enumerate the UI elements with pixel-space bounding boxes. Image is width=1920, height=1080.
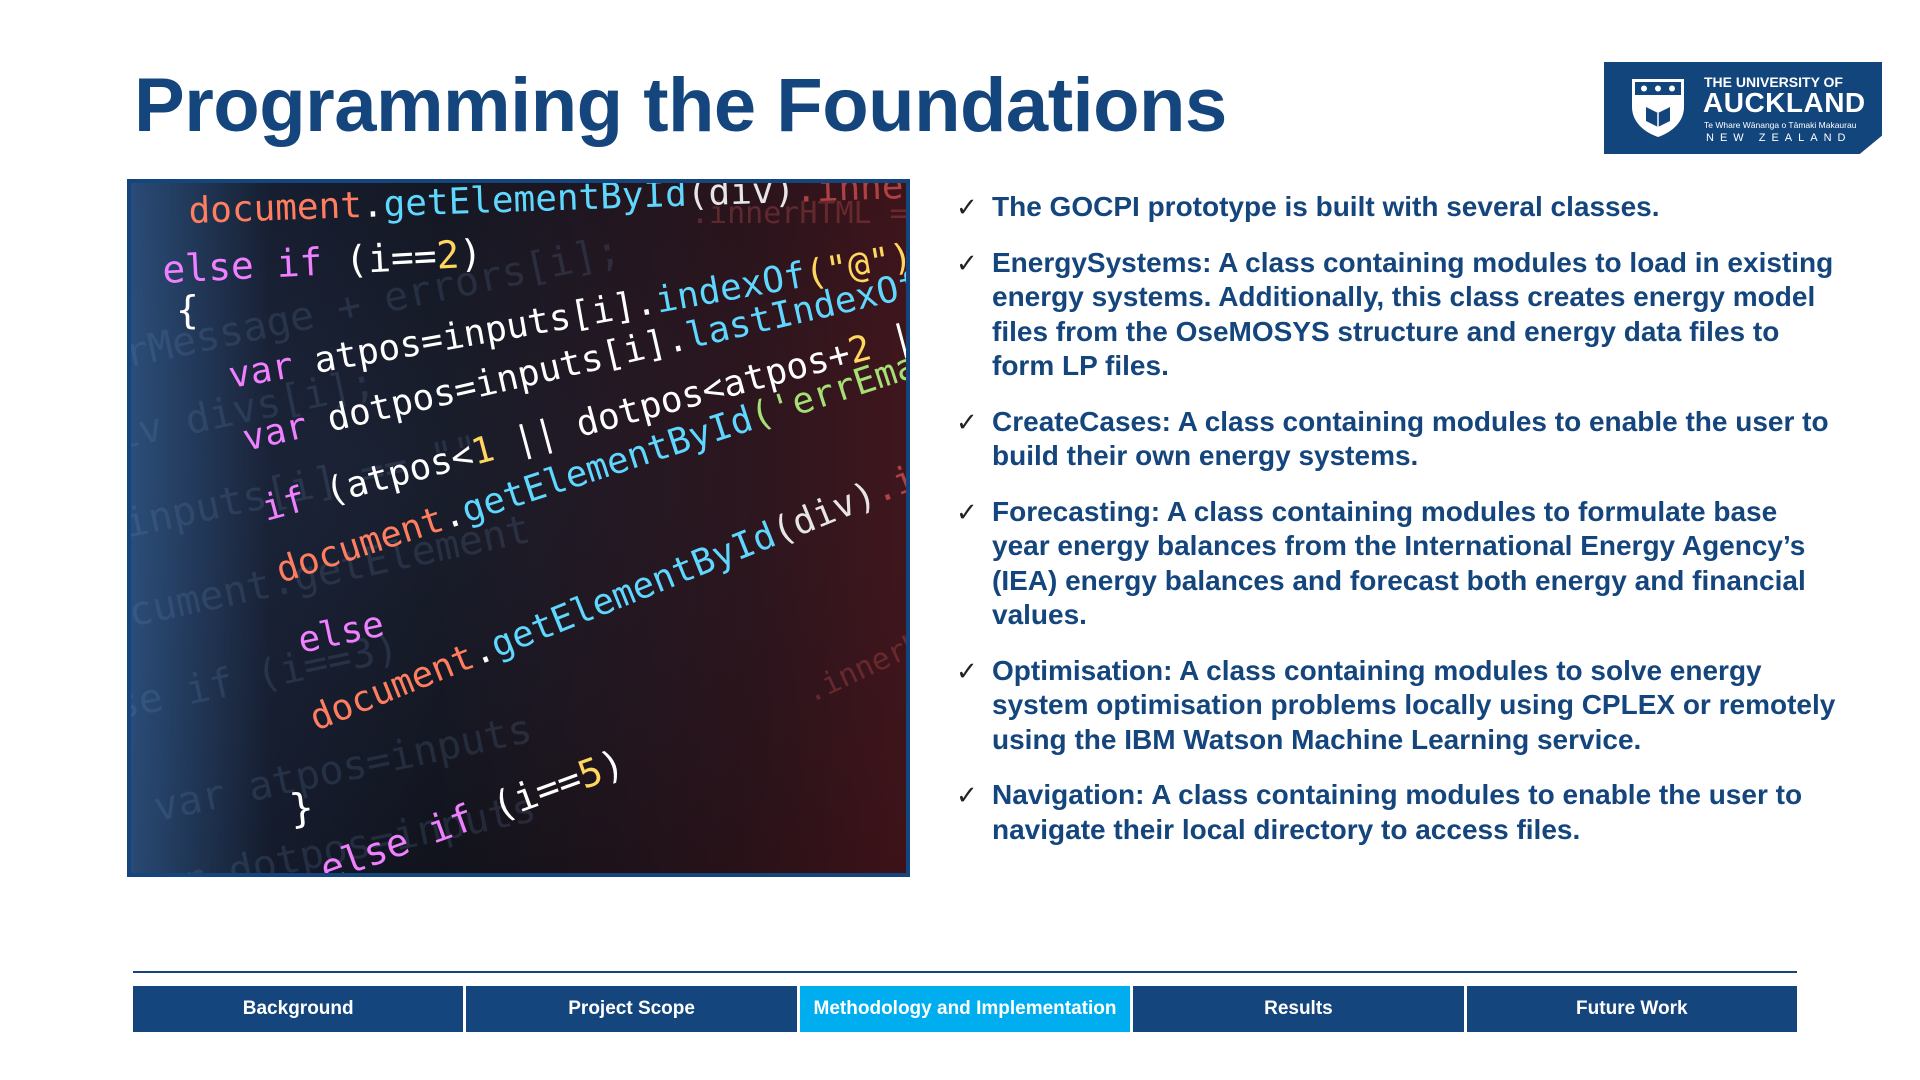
nav-tab-project-scope[interactable]: Project Scope <box>466 986 797 1032</box>
bullet-item: ✓ Navigation: A class containing modules … <box>956 779 1803 845</box>
code-line-10: } <box>287 785 316 833</box>
nav-tab-methodology[interactable]: Methodology and Implementation <box>799 986 1131 1032</box>
nav-tab-results[interactable]: Results <box>1133 986 1464 1032</box>
logo-line-3: Te Whare Wānanga o Tāmaki Makaurau <box>1704 120 1857 130</box>
bullet-item: ✓ Optimisation: A class containing module… <box>956 654 1836 755</box>
logo-line-4: NEW ZEALAND <box>1706 132 1852 144</box>
bullet-item: ✓ The GOCPI prototype is built with sever… <box>956 190 1836 225</box>
checkmark-icon: ✓ <box>956 780 978 810</box>
bullet-item: ✓ CreateCases: A class containing modules… <box>956 405 1829 472</box>
checkmark-icon: ✓ <box>956 247 978 278</box>
bullet-item: ✓ Forecasting: A class containing modules… <box>956 495 1806 631</box>
checkmark-icon: ✓ <box>956 406 978 437</box>
section-nav: Background Project Scope Methodology and… <box>133 986 1798 1032</box>
checkmark-icon: ✓ <box>956 192 978 222</box>
page-title: Programming the Foundations <box>134 63 1227 148</box>
code-image: rMessage + errors[i]; iv divs[i]; inputs… <box>127 179 910 877</box>
nav-divider <box>133 971 1797 973</box>
checkmark-icon: ✓ <box>956 496 978 527</box>
bullet-item: ✓ EnergySystems: A class containing modul… <box>956 246 1834 382</box>
svg-text:.innerHTML: .innerHTML <box>800 602 906 710</box>
checkmark-icon: ✓ <box>956 655 978 686</box>
nav-tab-future-work[interactable]: Future Work <box>1466 986 1798 1032</box>
bullet-list: ✓ The GOCPI prototype is built with sever… <box>956 190 1836 868</box>
logo-line-2: AUCKLAND <box>1703 87 1866 118</box>
university-logo: THE UNIVERSITY OF AUCKLAND Te Whare Wāna… <box>1604 62 1882 154</box>
crest-icon <box>1632 79 1684 137</box>
code-line-3: { <box>176 288 199 332</box>
nav-tab-background[interactable]: Background <box>133 986 464 1032</box>
